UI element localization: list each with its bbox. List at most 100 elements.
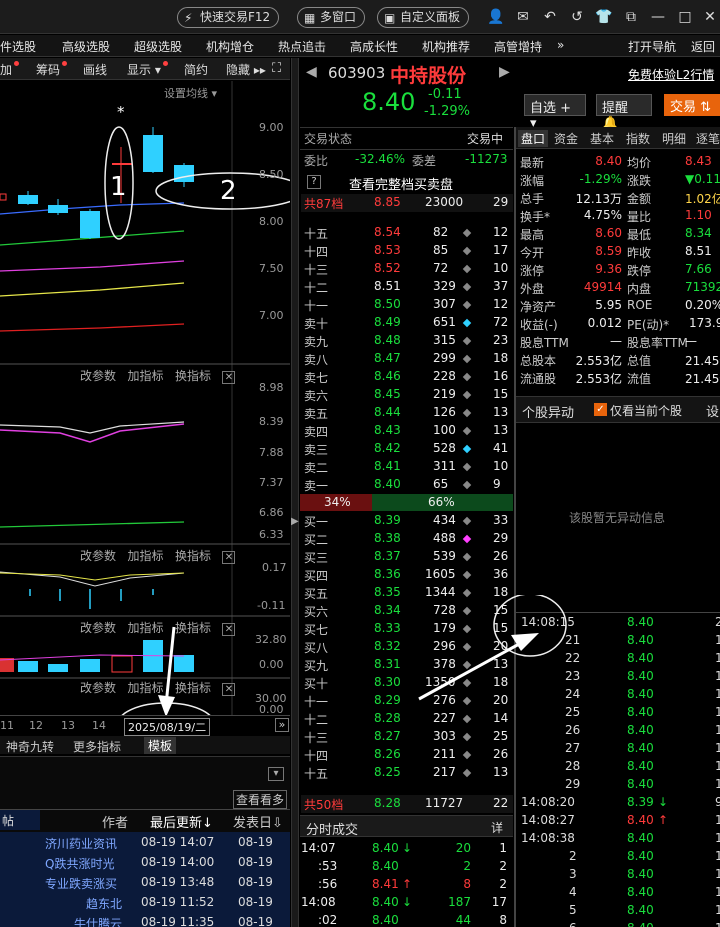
toolbar-display[interactable]: 显示 ▾ — [127, 61, 168, 78]
alert-button[interactable]: 提醒 🔔 — [596, 94, 652, 131]
menu-item-super-select[interactable]: 超级选股 — [134, 38, 182, 55]
tab-more-indicators[interactable]: 更多指标 — [73, 738, 121, 755]
orderbook-row[interactable]: 卖六 8.45 219 15 — [301, 386, 513, 404]
toolbar-draw[interactable]: 画线 — [83, 61, 107, 78]
ticks-detail-button[interactable]: 详 — [491, 819, 503, 836]
back-link[interactable]: 返回 — [691, 38, 715, 55]
menu-more-icon[interactable]: » — [557, 38, 564, 52]
orderbook-row[interactable]: 十四 8.26 211 26 — [301, 746, 513, 764]
open-nav-link[interactable]: 打开导航 — [628, 38, 676, 55]
back-icon[interactable]: ↺ — [568, 8, 586, 26]
orderbook-row[interactable]: 卖一 8.40 65 9 — [301, 476, 513, 494]
orderbook-row[interactable]: 卖三 8.42 528 41 — [301, 440, 513, 458]
next-stock-icon[interactable]: ▶ — [499, 64, 510, 80]
menu-item-institution-recommend[interactable]: 机构推荐 — [422, 38, 470, 55]
switch-indicator-button[interactable]: 换指标 — [175, 549, 211, 563]
trade-button[interactable]: 交易 ⇅ — [664, 94, 720, 116]
add-indicator-button[interactable]: 加指标 — [127, 681, 163, 695]
splitter[interactable] — [291, 58, 299, 927]
close-panel-icon[interactable]: ✕ — [222, 551, 236, 564]
table-row[interactable]: Q跌共涨时光 08-19 14:00 08-19 — [0, 852, 290, 872]
switch-indicator-button[interactable]: 换指标 — [175, 369, 211, 383]
menu-item-advanced-select[interactable]: 高级选股 — [62, 38, 110, 55]
help-icon[interactable]: ? — [307, 175, 321, 189]
table-row[interactable]: 专业跌卖涨买 08-19 13:48 08-19 — [0, 872, 290, 892]
orderbook-row[interactable]: 十五 8.54 82 12 — [301, 224, 513, 242]
ma-settings[interactable]: 设置均线 ▾ — [164, 85, 217, 101]
orderbook-row[interactable]: 十五 8.25 217 13 — [301, 764, 513, 782]
menu-item-hotspot[interactable]: 热点追击 — [278, 38, 326, 55]
column-header-post[interactable]: 帖 — [0, 810, 40, 830]
add-indicator-button[interactable]: 加指标 — [127, 549, 163, 563]
menu-item-executive-increase[interactable]: 高管增持 — [494, 38, 542, 55]
orderbook-row[interactable]: 十三 8.52 72 10 — [301, 260, 513, 278]
orderbook-row[interactable]: 十四 8.53 85 17 — [301, 242, 513, 260]
orderbook-row[interactable]: 十二 8.51 329 37 — [301, 278, 513, 296]
orderbook-row[interactable]: 买四 8.36 1605 36 — [301, 566, 513, 584]
minimize-icon[interactable]: — — [649, 8, 667, 26]
add-indicator-button[interactable]: 加指标 — [127, 621, 163, 635]
tab-basic[interactable]: 基本 — [590, 130, 614, 147]
tab-detail[interactable]: 明细 — [662, 130, 686, 147]
tab-template[interactable]: 模板 — [144, 737, 177, 754]
edit-params-button[interactable]: 改参数 — [80, 369, 116, 383]
restore-icon[interactable]: ⧉ — [622, 8, 640, 26]
orderbook-row[interactable]: 十一 8.50 307 12 — [301, 296, 513, 314]
orderbook-row[interactable]: 卖七 8.46 228 16 — [301, 368, 513, 386]
tab-tick-by-tick[interactable]: 逐笔 — [696, 130, 720, 147]
close-panel-icon[interactable]: ✕ — [222, 683, 236, 696]
orderbook-row[interactable]: 卖五 8.44 126 13 — [301, 404, 513, 422]
quick-trade-button[interactable]: ⚡ 快速交易F12 — [177, 7, 280, 28]
edit-params-button[interactable]: 改参数 — [80, 681, 116, 695]
orderbook-row[interactable]: 买二 8.38 488 29 — [301, 530, 513, 548]
dropdown-icon[interactable]: ▾ — [268, 767, 284, 781]
menu-item-condition-select[interactable]: 件选股 — [0, 38, 36, 55]
orderbook-row[interactable]: 卖八 8.47 299 18 — [301, 350, 513, 368]
multi-window-button[interactable]: ▦ 多窗口 — [297, 7, 366, 28]
orderbook-row[interactable]: 买一 8.39 434 33 — [301, 512, 513, 530]
orderbook-row[interactable]: 卖九 8.48 315 23 — [301, 332, 513, 350]
toolbar-add[interactable]: 加 — [0, 61, 20, 78]
add-indicator-button[interactable]: 加指标 — [127, 369, 163, 383]
scroll-right-icon[interactable]: » — [275, 718, 289, 732]
column-header-updated[interactable]: 最后更新↓ — [150, 812, 213, 831]
toolbar-hide[interactable]: 隐藏 ▸▸ — [226, 61, 266, 78]
column-header-posted[interactable]: 发表日⇩ — [233, 812, 283, 831]
edit-params-button[interactable]: 改参数 — [80, 621, 116, 635]
full-book-link[interactable]: 查看完整档买卖盘 — [349, 174, 453, 193]
only-current-label[interactable]: 仅看当前个股 — [610, 402, 682, 419]
full-book-row[interactable]: ? 查看完整档买卖盘 — [301, 173, 513, 193]
orderbook-row[interactable]: 十三 8.27 303 25 — [301, 728, 513, 746]
orderbook-row[interactable]: 十二 8.28 227 14 — [301, 710, 513, 728]
toolbar-simple[interactable]: 简约 — [184, 61, 208, 78]
orderbook-row[interactable]: 卖二 8.41 311 10 — [301, 458, 513, 476]
orderbook-row[interactable]: 买三 8.37 539 26 — [301, 548, 513, 566]
switch-indicator-button[interactable]: 换指标 — [175, 681, 211, 695]
menu-item-high-growth[interactable]: 高成长性 — [350, 38, 398, 55]
watchlist-button[interactable]: 自选 + ▾ — [524, 94, 586, 131]
close-icon[interactable]: ✕ — [701, 8, 719, 26]
user-icon[interactable]: 👤 — [487, 8, 505, 26]
shirt-icon[interactable]: 👕 — [595, 8, 613, 26]
tab-orderbook[interactable]: 盘口 — [518, 130, 549, 147]
expand-icon[interactable]: ⛶ — [272, 61, 281, 76]
table-row[interactable]: 济川药业资讯 08-19 14:07 08-19 — [0, 832, 290, 852]
free-trial-link[interactable]: 免费体验L2行情 — [628, 66, 714, 83]
close-panel-icon[interactable]: ✕ — [222, 371, 236, 384]
orderbook-row[interactable]: 卖十 8.49 651 72 — [301, 314, 513, 332]
prev-stock-icon[interactable]: ◀ — [306, 64, 317, 80]
abnormal-settings-button[interactable]: 设 — [706, 401, 719, 420]
collapse-arrow-icon[interactable]: ▶ — [291, 516, 299, 527]
switch-indicator-button[interactable]: 换指标 — [175, 621, 211, 635]
table-row[interactable]: 趋东北 08-19 11:52 08-19 — [0, 892, 290, 912]
menu-item-institution-increase[interactable]: 机构增仓 — [206, 38, 254, 55]
tab-funds[interactable]: 资金 — [554, 130, 578, 147]
checkbox-only-current[interactable]: ✓ — [594, 403, 607, 416]
edit-params-button[interactable]: 改参数 — [80, 549, 116, 563]
maximize-icon[interactable]: □ — [676, 8, 694, 26]
tab-magic-nine[interactable]: 神奇九转 — [6, 738, 54, 755]
column-header-author[interactable]: 作者 — [102, 812, 128, 831]
mail-icon[interactable]: ✉ — [514, 8, 532, 26]
tab-index[interactable]: 指数 — [626, 130, 650, 147]
custom-panel-button[interactable]: ▣ 自定义面板 — [377, 7, 470, 28]
